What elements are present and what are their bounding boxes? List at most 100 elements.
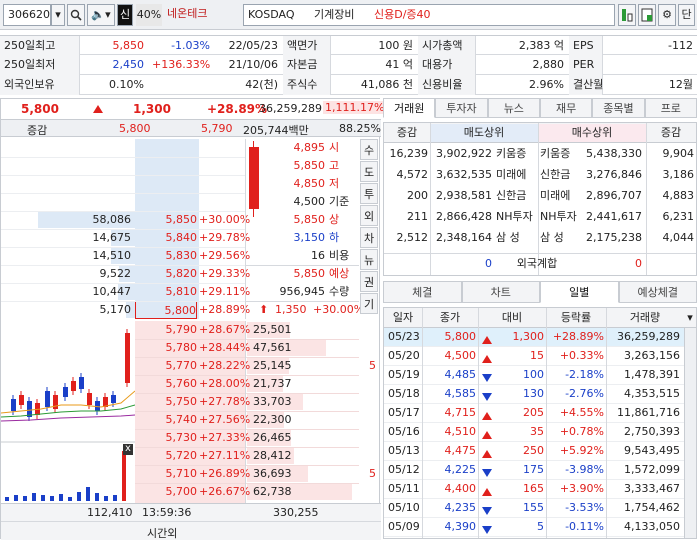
bid-price[interactable]: 5,770 <box>135 357 197 375</box>
broker-sell-name[interactable]: 삼 성 <box>496 229 538 247</box>
search-button[interactable] <box>67 4 85 26</box>
window-icon <box>641 8 653 22</box>
ask-price[interactable]: 5,840 <box>135 229 197 247</box>
daily-row[interactable]: 05/134,475250+5.92%9,543,495 <box>384 442 696 461</box>
diff-sell: 5,800 <box>119 122 151 135</box>
broker-tab[interactable]: 거래원 <box>383 98 435 118</box>
daily-row[interactable]: 05/174,715205+4.55%11,861,716 <box>384 404 696 423</box>
ask-qty <box>1 175 131 193</box>
daily-row[interactable]: 05/235,8001,300+28.89%36,259,289 <box>384 328 696 347</box>
dan-button[interactable]: 단 <box>678 4 695 26</box>
broker-tab[interactable]: 종목별 <box>592 98 644 118</box>
daily-tab[interactable]: 차트 <box>462 281 541 303</box>
broker-sell-name[interactable]: 신한금 <box>496 187 538 205</box>
code-dropdown-button[interactable]: ▾ <box>51 4 65 26</box>
side-tab[interactable]: 뉴 <box>360 249 378 270</box>
sound-button[interactable]: 🔈▾ <box>87 4 115 26</box>
bid-price[interactable]: 5,710 <box>135 465 197 483</box>
side-tab[interactable]: 기 <box>360 293 378 314</box>
margin-rate: 40% <box>136 4 162 26</box>
bid-price[interactable]: 5,790 <box>135 321 197 339</box>
chart-close-icon[interactable]: x <box>123 444 133 455</box>
bid-price[interactable]: 5,740 <box>135 411 197 429</box>
bid-price[interactable]: 5,700 <box>135 483 197 501</box>
broker-buy-name[interactable]: 키움증 <box>540 145 582 163</box>
side-tab[interactable]: 권 <box>360 271 378 292</box>
daily-tab[interactable]: 일별 <box>540 281 619 303</box>
ask-price[interactable] <box>135 157 197 175</box>
ask-price[interactable]: 5,850 <box>135 211 197 229</box>
daily-row[interactable]: 05/104,235155-3.53%1,754,462 <box>384 499 696 518</box>
strength: 88.25% <box>339 122 381 135</box>
sin-toggle[interactable]: 신 <box>117 4 133 26</box>
bid-price[interactable]: 5,730 <box>135 429 197 447</box>
broker-tab[interactable]: 프로 <box>645 98 697 118</box>
ask-price[interactable]: 5,830 <box>135 247 197 265</box>
side-tab[interactable]: 수 <box>360 139 378 160</box>
ask-price[interactable] <box>135 175 197 193</box>
broker-sell-name[interactable]: 미래에 <box>496 166 538 184</box>
bid-price[interactable]: 5,750 <box>135 393 197 411</box>
volume-rate: 1,111.17% <box>323 101 386 114</box>
broker-buy-name[interactable]: 미래에 <box>540 187 582 205</box>
bid-divider <box>135 429 359 430</box>
broker-sell-name[interactable]: NH투자 <box>496 208 538 226</box>
daily-row[interactable]: 05/184,585130-2.76%4,353,515 <box>384 385 696 404</box>
broker-buy-name[interactable]: NH투자 <box>540 208 582 226</box>
summary-sep <box>245 265 359 266</box>
daily-volume: 1,754,462 <box>606 499 680 517</box>
daily-row[interactable]: 05/124,225175-3.98%1,572,099 <box>384 461 696 480</box>
daily-head-cell[interactable]: 대비 <box>478 309 546 327</box>
ask-rate: +29.11% <box>199 283 245 301</box>
broker-tab[interactable]: 재무 <box>540 98 592 118</box>
volume-bar <box>41 495 45 501</box>
daily-row[interactable]: 05/114,400165+3.90%3,333,467 <box>384 480 696 499</box>
side-tab[interactable]: 차 <box>360 227 378 248</box>
bid-col-divider <box>245 321 246 503</box>
bid-rate: +28.67% <box>199 321 245 339</box>
daily-row[interactable]: 05/164,51035+0.78%2,750,393 <box>384 423 696 442</box>
info-v2: 41 억 <box>331 55 417 75</box>
daily-scrollbar[interactable] <box>684 328 696 538</box>
settings-button[interactable]: ⚙ <box>658 4 676 26</box>
ask-price[interactable] <box>135 193 197 211</box>
broker-sell-name[interactable]: 키움증 <box>496 145 538 163</box>
daily-tab[interactable]: 예상체결 <box>619 281 697 303</box>
summary-label: 상 <box>329 211 359 229</box>
daily-head-cell[interactable]: 일자 <box>384 309 422 327</box>
chart-view-button[interactable] <box>618 4 636 26</box>
ask-price[interactable]: 5,820 <box>135 265 197 283</box>
daily-volume: 2,750,393 <box>606 423 680 441</box>
ask-price[interactable] <box>135 139 197 157</box>
daily-tab[interactable]: 체결 <box>383 281 462 303</box>
broker-buy-name[interactable]: 신한금 <box>540 166 582 184</box>
sort-down-icon[interactable]: ▾ <box>684 310 696 326</box>
daily-row[interactable]: 05/094,3905-0.11%4,133,050 <box>384 518 696 537</box>
bid-marker: 5 <box>369 357 379 375</box>
broker-buy-name[interactable]: 삼 성 <box>540 229 582 247</box>
after-hours-bar: 시간외 <box>1 521 381 540</box>
side-tab[interactable]: 도 <box>360 161 378 182</box>
daily-head-cell[interactable]: 종가 <box>422 309 478 327</box>
broker-head-buy: 매수상위 <box>538 124 646 142</box>
daily-row[interactable]: 05/204,50015+0.33%3,263,156 <box>384 347 696 366</box>
daily-head-cell[interactable]: 거래량 <box>606 309 684 327</box>
bid-price[interactable]: 5,760 <box>135 375 197 393</box>
daily-volume: 9,543,495 <box>606 442 680 460</box>
broker-buy-qty: 2,896,707 <box>582 187 642 205</box>
daily-row[interactable]: 05/194,485100-2.18%1,478,391 <box>384 366 696 385</box>
daily-close: 4,235 <box>422 499 476 517</box>
broker-tab[interactable]: 투자자 <box>435 98 487 118</box>
daily-head-cell[interactable]: 등락률 <box>546 309 606 327</box>
bid-price[interactable]: 5,720 <box>135 447 197 465</box>
daily-change: 175 <box>492 461 544 479</box>
side-tab[interactable]: 투 <box>360 183 378 204</box>
side-tab[interactable]: 외 <box>360 205 378 226</box>
broker-tab[interactable]: 뉴스 <box>488 98 540 118</box>
bid-price[interactable]: 5,780 <box>135 339 197 357</box>
stock-code-input[interactable]: 306620 <box>3 4 51 26</box>
window-button[interactable] <box>638 4 656 26</box>
ask-price[interactable]: 5,810 <box>135 283 197 301</box>
daily-rate: +0.33% <box>546 347 604 365</box>
daily-date: 05/23 <box>388 328 424 346</box>
